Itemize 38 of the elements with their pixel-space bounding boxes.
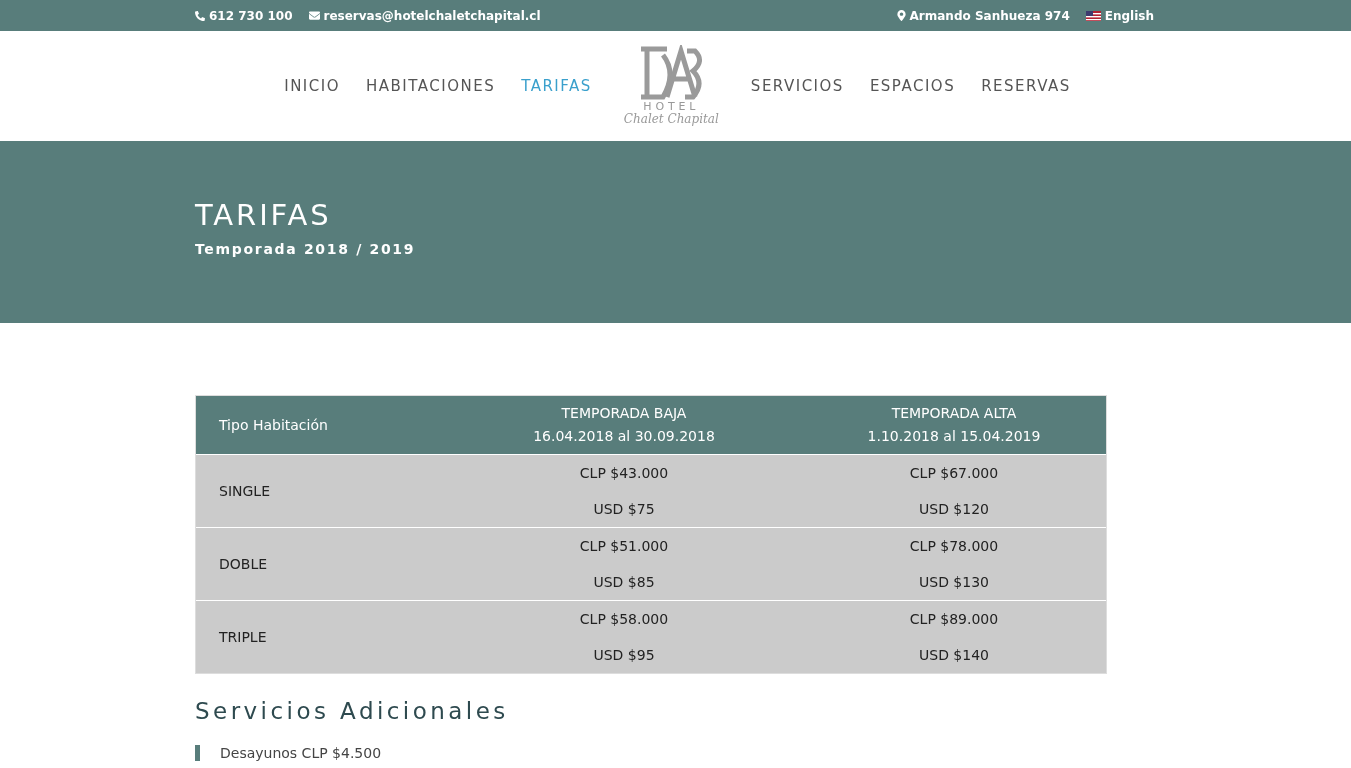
logo-name-text: Chalet Chapital: [623, 112, 719, 127]
nav-link[interactable]: INICIO: [284, 74, 340, 98]
column-header: TEMPORADA BAJA 16.04.2018 al 30.09.2018: [532, 404, 716, 446]
language-link[interactable]: English: [1085, 6, 1154, 25]
price-cell-text: USD $75: [593, 499, 655, 519]
page-subtitle: Temporada 2018 / 2019: [195, 240, 417, 260]
pin-icon: [896, 10, 906, 21]
logo-hotel-text: HOTEL: [643, 101, 700, 112]
price-cell-text: USD $130: [919, 572, 989, 592]
phone-icon: [195, 10, 205, 21]
price-cell-text: CLP $89.000: [909, 609, 999, 629]
price-cell-text: CLP $67.000: [909, 463, 999, 483]
section-heading: Servicios Adicionales: [195, 697, 510, 726]
price-cell-text: USD $95: [593, 645, 655, 665]
price-cell-text: CLP $58.000: [579, 609, 669, 629]
envelope-icon: [308, 10, 320, 21]
flag-icon: [1085, 10, 1101, 21]
service-item: Desayunos CLP $4.500: [220, 743, 382, 763]
nav-link[interactable]: RESERVAS: [981, 74, 1071, 98]
nav-link[interactable]: ESPACIOS: [869, 74, 956, 98]
price-cell-text: CLP $43.000: [579, 463, 669, 483]
price-cell-text: USD $140: [919, 645, 989, 665]
nav-link[interactable]: HABITACIONES: [366, 74, 496, 98]
room-type-cell-text: TRIPLE: [218, 627, 268, 647]
price-cell-text: USD $120: [919, 499, 989, 519]
quote-bar: [195, 745, 200, 761]
room-type-cell-text: SINGLE: [218, 481, 271, 501]
email-link[interactable]: reservas@hotelchaletchapital.cl: [308, 6, 541, 25]
column-header: TEMPORADA ALTA 1.10.2018 al 15.04.2019: [866, 404, 1042, 446]
price-cell-text: USD $85: [593, 572, 655, 592]
room-type-cell-text: DOBLE: [218, 554, 269, 574]
nav-link[interactable]: SERVICIOS: [750, 74, 844, 98]
phone-link[interactable]: 612 730 100: [195, 6, 293, 25]
price-cell-text: CLP $51.000: [579, 536, 669, 556]
address-text: Armando Sanhueza 974: [896, 6, 1070, 25]
column-header: Tipo Habitación: [218, 415, 329, 435]
page-title: TARIFAS: [195, 197, 333, 234]
price-cell-text: CLP $78.000: [909, 536, 999, 556]
